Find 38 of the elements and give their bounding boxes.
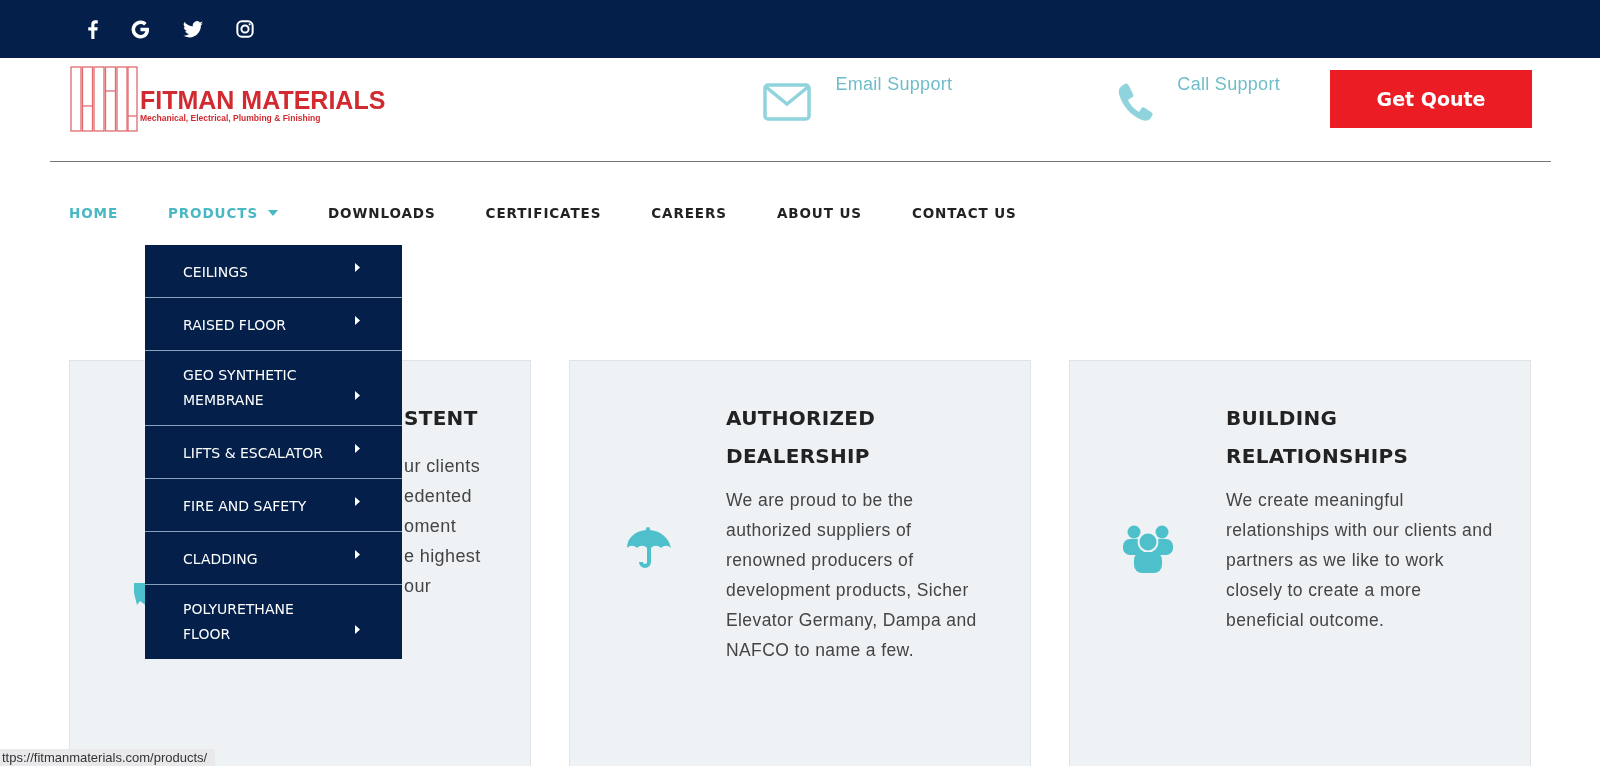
card-text: ur clients (404, 455, 482, 478)
phone-icon (1117, 83, 1154, 121)
logo-tagline: Mechanical, Electrical, Plumbing & Finishing (140, 113, 322, 123)
bird-icon[interactable] (183, 20, 203, 38)
nav-link[interactable]: ABOUT US (776, 205, 862, 221)
menu-item-label: POLYURETHANE FLOOR (183, 600, 295, 644)
dropdown-item[interactable]: RAISED FLOOR (145, 298, 403, 351)
menu-item-label: GEO SYNTHETIC MEMBRANE (183, 366, 298, 410)
card-title: AUTHORIZED DEALERSHIP (726, 405, 877, 470)
dropdown-item[interactable]: CEILINGS (145, 245, 403, 298)
menu-item-label: CEILINGS (183, 263, 248, 282)
google-icon[interactable] (131, 19, 150, 39)
menu-item-label: LIFTS & ESCALATOR (183, 444, 324, 463)
status-url: ttps://fitmanmaterials.com/products/ (0, 749, 216, 766)
card-text: edented (404, 485, 473, 508)
dropdown-item[interactable]: POLYURETHANE FLOOR (145, 585, 403, 659)
card-text: oment (404, 515, 458, 538)
menu-item-label: FIRE AND SAFETY (183, 497, 307, 516)
card-text: We create meaningful relationships with our clients and partners as we like to work closely to create a more beneficial outcome. (1226, 489, 1494, 632)
envelope-icon (763, 83, 812, 121)
menu-item-label: CLADDING (183, 550, 258, 569)
nav-link[interactable]: CAREERS (651, 205, 727, 221)
card-title: BUILDING RELATIONSHIPS (1226, 405, 1410, 470)
card-title: STENT (404, 405, 479, 432)
card-text: e highest (404, 545, 482, 568)
nav-link[interactable]: CERTIFICATES (485, 205, 602, 221)
logo-drawing (70, 66, 138, 132)
get-quote-button[interactable]: Get Qoute (1330, 70, 1532, 128)
nav-link[interactable]: CONTACT US (911, 205, 1017, 221)
nav-link[interactable]: DOWNLOADS (328, 205, 436, 221)
menu-item-label: RAISED FLOOR (183, 316, 286, 335)
logo-title: FITMAN MATERIALS (140, 87, 386, 113)
instagram-icon[interactable] (236, 20, 254, 38)
umbrella-icon (625, 527, 671, 571)
card-text: our (404, 575, 433, 598)
people-icon (1121, 525, 1175, 573)
facebook-icon[interactable] (88, 19, 98, 39)
card-text: We are proud to be the authorized suppliers of renowned producers of development products, Sicher Elevator Germany, Dampa and NAFCO to name a few. (726, 489, 978, 662)
